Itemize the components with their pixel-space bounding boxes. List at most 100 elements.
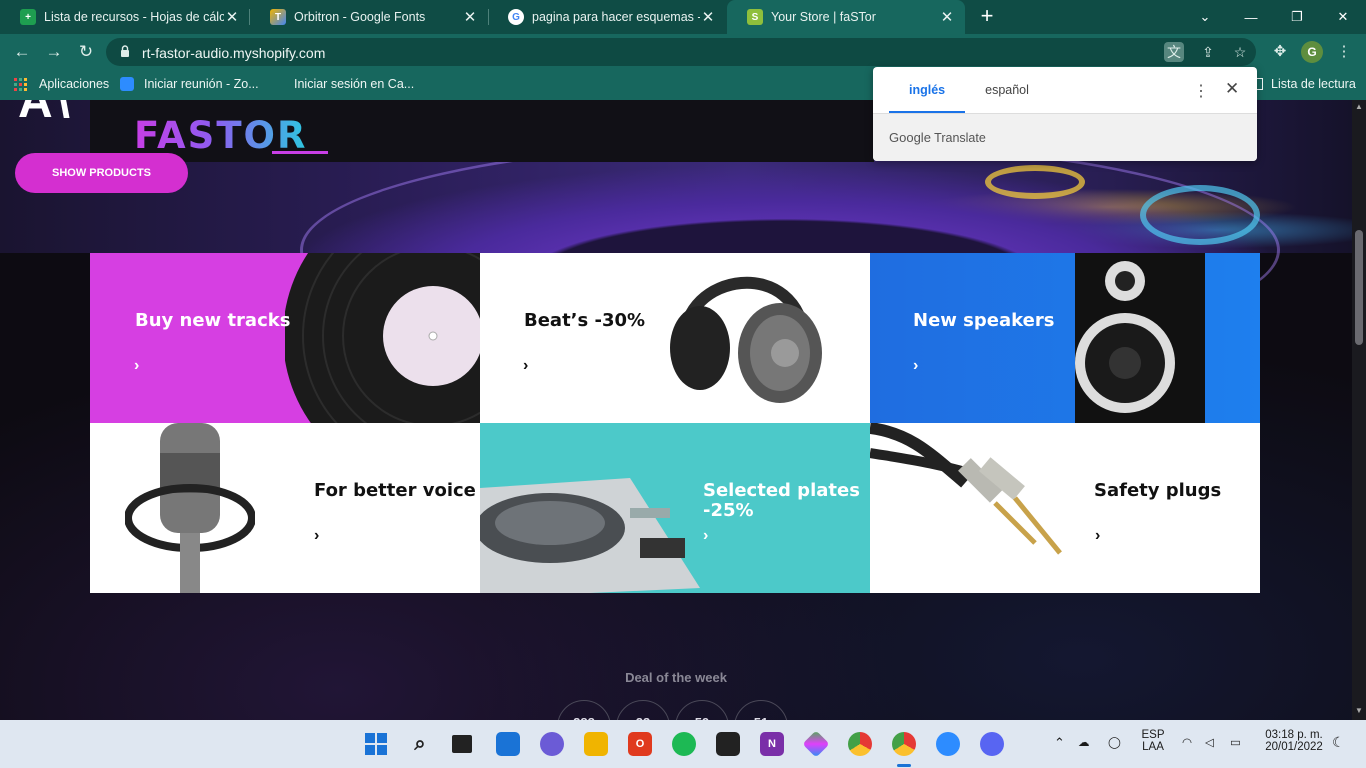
tab-strip: + Lista de recursos - Hojas de cálcu ✕ T… [0, 0, 1366, 34]
close-icon[interactable]: ✕ [700, 8, 716, 26]
discord-icon[interactable] [980, 732, 1004, 756]
tab-orbitron[interactable]: T Orbitron - Google Fonts ✕ [250, 0, 488, 34]
keyboard-layout: LAA [1142, 741, 1164, 753]
windows-start-icon[interactable] [364, 732, 388, 756]
forward-button[interactable]: → [42, 40, 66, 64]
bookmark-star-icon[interactable]: ☆ [1230, 42, 1250, 62]
app-icon[interactable] [802, 730, 830, 758]
office-icon[interactable]: O [628, 732, 652, 756]
countdown-days: 288 [557, 700, 611, 720]
tab-spanish[interactable]: español [965, 67, 1049, 113]
google-fonts-icon: T [270, 9, 286, 25]
back-button[interactable]: ← [10, 40, 34, 64]
address-bar[interactable]: rt-fastor-audio.myshopify.com 文 ⇪ ☆ [106, 38, 1256, 66]
chevron-right-icon[interactable]: › [913, 357, 918, 375]
tile-for-better-voice[interactable]: For better voice › [90, 423, 480, 593]
avatar[interactable]: G [1301, 41, 1323, 63]
volume-icon[interactable]: ◁ [1205, 735, 1214, 749]
hero-light-ring [1140, 185, 1260, 245]
windows-taskbar: ⌕ O N ⌃ ☁ ◯ ESP LAA ◠ ◁ ▭ 03:18 p. m. 20… [0, 720, 1366, 768]
chevron-right-icon[interactable]: › [1095, 527, 1100, 545]
close-icon[interactable]: ✕ [224, 8, 240, 26]
tab-english[interactable]: inglés [889, 67, 966, 113]
scroll-down-icon[interactable]: ▼ [1354, 706, 1364, 715]
google-translate-brand: Google Translate [889, 130, 986, 145]
tile-title: Buy new tracks [135, 310, 291, 331]
scroll-up-icon[interactable]: ▲ [1354, 102, 1364, 111]
time-text: 03:18 p. m. [1265, 729, 1323, 741]
apps-grid-icon [14, 77, 27, 91]
zoom-icon[interactable] [936, 732, 960, 756]
bookmark-zoom[interactable]: Iniciar reunión - Zo... [120, 77, 259, 91]
tab-google-search[interactable]: G pagina para hacer esquemas - Bú ✕ [488, 0, 726, 34]
chrome-profile-icon[interactable] [892, 732, 916, 756]
tab-sheets[interactable]: + Lista de recursos - Hojas de cálcu ✕ [0, 0, 250, 34]
chevron-right-icon[interactable]: › [134, 357, 139, 375]
countdown-seconds: 51 [734, 700, 788, 720]
location-icon[interactable]: ◯ [1108, 735, 1121, 749]
active-indicator [897, 764, 911, 767]
hero-heading: A\ [18, 100, 74, 128]
close-icon[interactable]: ✕ [939, 8, 955, 26]
share-icon[interactable]: ⇪ [1198, 42, 1218, 62]
battery-icon[interactable]: ▭ [1230, 735, 1241, 749]
file-explorer-icon[interactable] [584, 732, 608, 756]
page-scrollbar[interactable]: ▲ ▼ [1352, 100, 1366, 720]
menu-icon[interactable]: ⋮ [1332, 40, 1356, 64]
show-products-button[interactable]: SHOW PRODUCTS [15, 153, 188, 193]
tile-beats-discount[interactable]: Beat’s -30% › [480, 253, 870, 423]
minimize-button[interactable]: — [1228, 0, 1274, 34]
tab-title: Orbitron - Google Fonts [294, 10, 426, 24]
canva-icon [270, 77, 284, 91]
more-options-icon[interactable]: ⋮ [1193, 81, 1209, 101]
google-icon: G [508, 9, 524, 25]
chevron-right-icon[interactable]: › [314, 527, 319, 545]
tile-buy-new-tracks[interactable]: Buy new tracks › [90, 253, 480, 423]
wifi-icon[interactable]: ◠ [1182, 735, 1192, 749]
language-indicator[interactable]: ESP LAA [1138, 729, 1168, 753]
night-mode-icon[interactable]: ☾ [1332, 734, 1345, 751]
close-icon[interactable]: ✕ [462, 8, 478, 26]
tab-title: pagina para hacer esquemas - Bú [532, 10, 700, 24]
close-icon[interactable]: ✕ [1225, 79, 1239, 99]
countdown-hours: 23 [616, 700, 670, 720]
translate-icon[interactable]: 文 [1164, 42, 1184, 62]
tile-title: Safety plugs [1094, 480, 1222, 501]
tile-selected-plates[interactable]: Selected plates -25% › [480, 423, 870, 593]
tab-your-store[interactable]: S Your Store | faSTor ✕ [727, 0, 965, 34]
bookmark-canva[interactable]: Iniciar sesión en Ca... [270, 77, 414, 91]
tile-safety-plugs[interactable]: Safety plugs › [870, 423, 1260, 593]
close-window-button[interactable]: ✕ [1320, 0, 1366, 34]
url-text: rt-fastor-audio.myshopify.com [142, 45, 326, 61]
cd-player-image [480, 478, 700, 593]
chevron-up-icon[interactable]: ⌃ [1054, 735, 1065, 751]
tab-search-button[interactable]: ⌄ [1182, 0, 1228, 34]
reading-list-button[interactable]: Lista de lectura [1254, 77, 1356, 91]
sticky-notes-icon[interactable] [716, 732, 740, 756]
search-icon[interactable]: ⌕ [408, 732, 432, 756]
onenote-icon[interactable]: N [760, 732, 784, 756]
bookmark-apps[interactable]: Aplicaciones [14, 77, 109, 91]
tile-new-speakers[interactable]: New speakers › [870, 253, 1260, 423]
scroll-thumb[interactable] [1355, 230, 1363, 345]
tile-title: Beat’s -30% [524, 310, 646, 331]
chevron-right-icon[interactable]: › [523, 357, 528, 375]
extensions-icon[interactable]: ✥ [1268, 40, 1292, 64]
reload-button[interactable]: ↻ [74, 40, 98, 64]
logo-underline [272, 151, 328, 154]
widgets-icon[interactable] [496, 732, 520, 756]
new-tab-button[interactable]: + [976, 5, 998, 27]
chevron-right-icon[interactable]: › [703, 527, 708, 545]
clock[interactable]: 03:18 p. m. 20/01/2022 [1256, 729, 1332, 753]
task-view-icon[interactable] [452, 735, 472, 753]
chat-icon[interactable] [540, 732, 564, 756]
tile-title: For better voice [314, 480, 476, 501]
restore-button[interactable]: ❐ [1274, 0, 1320, 34]
header-bar: FASTOR [90, 100, 874, 162]
language-tabs: inglés español [889, 67, 1049, 113]
countdown-minutes: 59 [675, 700, 729, 720]
spotify-icon[interactable] [672, 732, 696, 756]
cloud-icon[interactable]: ☁ [1078, 735, 1090, 749]
shopify-icon: S [747, 9, 763, 25]
chrome-icon[interactable] [848, 732, 872, 756]
